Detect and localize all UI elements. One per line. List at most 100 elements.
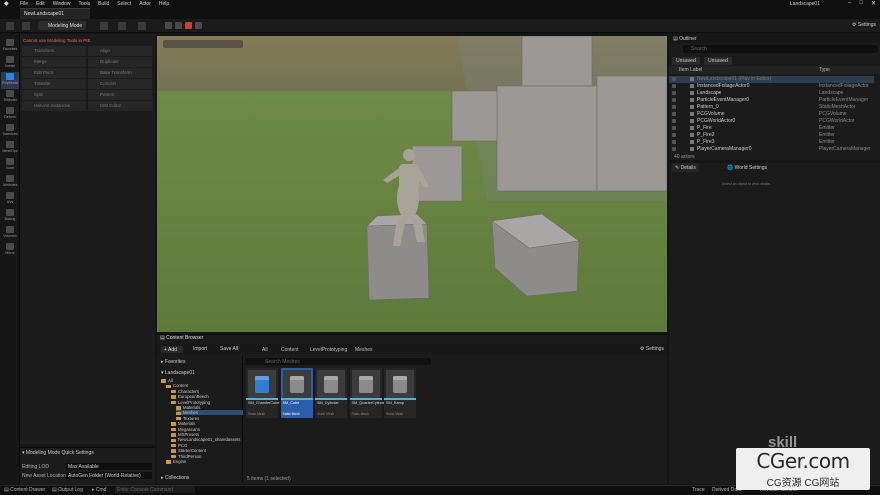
project-header[interactable]: ▾ Landscape01 [161,370,195,376]
breadcrumb-levelprototyping[interactable]: LevelPrototyping [310,347,347,353]
visibility-eye-icon[interactable] [672,105,676,109]
pause-icon[interactable] [165,22,172,29]
level-tab[interactable]: NewLandscape01 [20,8,90,19]
palette-transform[interactable]: Transform [1,123,19,140]
tool-bake-transform[interactable]: Bake Transform [88,68,152,78]
visibility-eye-icon[interactable] [672,119,676,123]
tab-details[interactable]: ✎ Details [672,163,699,172]
folder-characters[interactable]: Characters [171,389,243,394]
tool-ism-editor[interactable]: ISM Editor [88,101,152,111]
col-item-label[interactable]: Item Label [679,67,702,73]
blueprint-icon[interactable] [118,22,126,30]
folder-materials[interactable]: Materials [176,405,243,410]
maximize-icon[interactable]: □ [859,0,863,7]
outliner-search-input[interactable]: Search [683,45,878,53]
visibility-eye-icon[interactable] [672,133,676,137]
menu-item-window[interactable]: Window [53,1,71,7]
outliner-row[interactable]: PlayerCameraManager0 PlayerCameraManager [669,146,874,153]
step-icon[interactable] [175,22,182,29]
folder-mspresets[interactable]: MSPresets [171,432,243,437]
menu-item-actor[interactable]: Actor [139,1,151,7]
outliner-filter-unsaved[interactable]: Unsaved [672,57,700,65]
outliner-row[interactable]: Pattern_0 StaticMeshActor [669,104,874,111]
visibility-eye-icon[interactable] [672,77,676,81]
visibility-eye-icon[interactable] [672,140,676,144]
tool-harvest-instances[interactable]: Harvest Instances [22,101,86,111]
outliner-row[interactable]: NewLandscape01 (Play in Editor) [669,76,874,83]
content-icon[interactable] [22,22,30,30]
palette-voxel[interactable]: Voxel [1,157,19,174]
output-log-button[interactable]: ▤ Output Log [52,487,83,493]
content-drawer-button[interactable]: ▤ Content Drawer [4,487,45,493]
save-all-button[interactable]: Save All [220,346,238,352]
visibility-eye-icon[interactable] [672,147,676,151]
palette-polymodel[interactable]: PolyModel [1,72,19,89]
tool-convert[interactable]: Convert [88,79,152,89]
viewport-overlay-bar[interactable] [163,40,243,48]
visibility-eye-icon[interactable] [672,84,676,88]
folder-europeanbeech[interactable]: EuropeanBeech [171,394,243,399]
settings-button[interactable]: ⚙ Settings [852,22,876,28]
add-button[interactable]: + Add [161,346,183,353]
outliner-row[interactable]: P_Fire2 Emitter [669,132,874,139]
outliner-row[interactable]: InstancedFoliageActor0 InstancedFoliageAc… [669,83,874,90]
mode-selector-button[interactable]: Modeling Mode [38,21,86,30]
outliner-row[interactable]: ParticleEventManager0 ParticleEventManage… [669,97,874,104]
palette-baking[interactable]: Baking [1,208,19,225]
console-command-input[interactable]: Enter Console Command [115,486,195,493]
folder-startercontent[interactable]: StarterContent [171,448,243,453]
outliner-row[interactable]: P_Fire Emitter [669,125,874,132]
content-browser-tab[interactable]: ▤ Content Browser [160,335,203,341]
outliner-row[interactable]: PCGVolume PCGVolume [669,111,874,118]
eject-icon[interactable] [195,22,202,29]
outliner-filter-unsaved-2[interactable]: Unsaved [704,57,732,65]
tool-transform[interactable]: Transform [22,46,86,56]
tool-edit-pivot[interactable]: Edit Pivot [22,68,86,78]
trace-button[interactable]: Trace [692,487,705,493]
folder-materials[interactable]: Materials [171,421,243,426]
menu-item-file[interactable]: File [20,1,28,7]
tab-world-settings[interactable]: 🌐 World Settings [724,163,770,172]
breadcrumb-content[interactable]: Content [281,347,299,353]
folder-content[interactable]: Content [166,383,243,388]
asset-tile-sm_chamfercube[interactable]: SM_ChamferCube Static Mesh [246,368,279,418]
close-icon[interactable]: ✕ [871,0,876,7]
folder-pcg[interactable]: PCG [171,443,243,448]
tool-merge[interactable]: Merge [22,57,86,67]
level-viewport[interactable] [157,36,667,332]
menu-item-help[interactable]: Help [159,1,169,7]
folder-newlandscape01_sharedassets[interactable]: NewLandscape01_sharedassets [171,437,243,442]
palette-trimodel[interactable]: TriModel [1,89,19,106]
asset-tile-sm_quartercylinder[interactable]: SM_QuarterCylinder Static Mesh [349,368,386,418]
save-icon[interactable] [6,22,14,30]
tool-duplicate[interactable]: Duplicate [88,57,152,67]
cinematics-icon[interactable] [138,22,146,30]
tool-transfer[interactable]: Transfer [22,79,86,89]
visibility-eye-icon[interactable] [672,98,676,102]
asset-tile-sm_ramp[interactable]: SM_Ramp Static Mesh [384,368,416,418]
folder-megascans[interactable]: Megascans [171,427,243,432]
folder-levelprototyping[interactable]: LevelPrototyping [171,400,243,405]
collections-header[interactable]: ▸ Collections [161,475,189,481]
palette-favorites[interactable]: Favorites [1,38,19,55]
palette-deform[interactable]: Deform [1,106,19,123]
folder-textures[interactable]: Textures [176,416,243,421]
folder-meshes[interactable]: Meshes [176,410,243,416]
unreal-logo-icon[interactable]: ◆ [4,1,12,7]
tool-split[interactable]: Split [22,90,86,100]
minimize-icon[interactable]: – [848,0,851,7]
menu-item-tools[interactable]: Tools [78,1,90,7]
import-button[interactable]: Import [193,346,207,352]
visibility-eye-icon[interactable] [672,126,676,130]
asset-tile-sm_cylinder[interactable]: SM_Cylinder Static Mesh [315,368,347,418]
asset-tile-sm_cube[interactable]: SM_Cube Static Mesh [280,368,313,418]
new-asset-location-select[interactable]: AutoGen Folder (World-Relative) [66,472,152,479]
palette-uvs[interactable]: UVs [1,191,19,208]
menu-item-build[interactable]: Build [98,1,109,7]
folder-all[interactable]: All [161,378,243,383]
outliner-row[interactable]: PCGWorldActor0 PCGWorldActor [669,118,874,125]
outliner-row[interactable]: Landscape Landscape [669,90,874,97]
breadcrumb-all[interactable]: All [262,347,268,353]
tool-pattern[interactable]: Pattern [88,90,152,100]
palette-meshops[interactable]: MeshOps [1,140,19,157]
